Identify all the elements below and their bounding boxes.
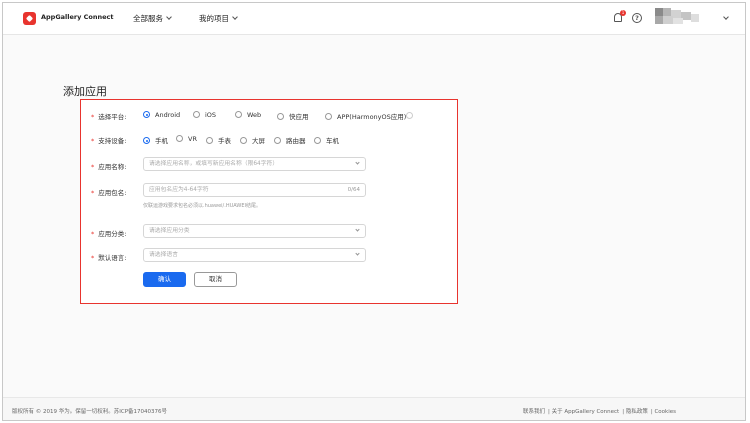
category-placeholder: 请选择应用分类 <box>149 228 190 234</box>
package-name-input[interactable]: 应用包名应为4-64字符 0/64 <box>143 183 366 197</box>
notification-badge: 1 <box>620 10 626 16</box>
radio-icon <box>314 137 321 144</box>
package-name-label: * 应用包名: <box>91 189 127 197</box>
nav-all-services-label: 全部服务 <box>133 14 163 23</box>
nav-all-services[interactable]: 全部服务 <box>133 13 172 24</box>
chevron-down-icon <box>355 251 360 256</box>
radio-selected-icon <box>143 137 150 144</box>
radio-icon <box>274 137 281 144</box>
language-select[interactable]: 请选择语言 <box>143 248 366 262</box>
huawei-logo-icon[interactable] <box>23 12 36 25</box>
browser-frame: AppGallery Connect 全部服务 我的项目 1 ? 添加应用 * 选… <box>2 2 746 421</box>
chevron-down-icon <box>166 14 172 20</box>
device-option-router[interactable]: 路由器 <box>274 135 306 145</box>
device-option-vr[interactable]: VR <box>176 135 197 143</box>
language-label: * 默认语言: <box>91 254 127 262</box>
package-name-placeholder: 应用包名应为4-64字符 <box>149 187 209 193</box>
device-label: * 支持设备: <box>91 137 127 145</box>
device-option-car[interactable]: 车机 <box>314 135 339 145</box>
help-icon[interactable]: ? <box>632 13 642 23</box>
platform-option-web[interactable]: Web <box>235 111 261 119</box>
radio-selected-icon <box>143 111 150 118</box>
chevron-down-icon[interactable] <box>723 14 729 20</box>
platform-label: * 选择平台: <box>91 113 127 121</box>
chevron-down-icon <box>355 227 360 232</box>
app-name-select[interactable]: 请选择应用名称，或填写新应用名称（限64字符） <box>143 157 366 171</box>
footer-link-about[interactable]: 关于 AppGallery Connect <box>552 409 620 415</box>
platform-option-harmonyos[interactable]: APP(HarmonyOS应用) <box>325 111 406 121</box>
radio-icon <box>240 137 247 144</box>
avatar[interactable] <box>655 8 699 28</box>
device-option-tv[interactable]: 大屏 <box>240 135 265 145</box>
footer-copyright: 版权所有 © 2019 华为。保留一切权利。苏ICP备17040376号 <box>12 409 168 415</box>
app-name-label: * 应用名称: <box>91 163 127 171</box>
radio-icon <box>277 113 284 120</box>
footer-link-cookies[interactable]: Cookies <box>654 409 676 415</box>
chevron-down-icon <box>232 14 238 20</box>
info-icon[interactable] <box>406 112 413 119</box>
radio-icon <box>193 111 200 118</box>
footer-link-contact[interactable]: 联系我们 <box>523 409 545 415</box>
package-name-hint: 仅联运游戏要求包名必须以.huawei/.HUAWEI结尾。 <box>143 203 261 209</box>
page-title: 添加应用 <box>63 85 107 98</box>
char-counter: 0/64 <box>347 187 360 193</box>
page-footer: 版权所有 © 2019 华为。保留一切权利。苏ICP备17040376号 联系我… <box>3 397 745 420</box>
cancel-button[interactable]: 取消 <box>194 272 237 287</box>
app-name-placeholder: 请选择应用名称，或填写新应用名称（限64字符） <box>149 161 279 167</box>
device-option-watch[interactable]: 手表 <box>206 135 231 145</box>
footer-links: 联系我们 | 关于 AppGallery Connect | 隐私政策 | Cooki… <box>523 409 676 415</box>
radio-icon <box>235 111 242 118</box>
chevron-down-icon <box>355 160 360 165</box>
add-app-form: * 选择平台: Android iOS Web 快应用 APP(HarmonyOS… <box>80 99 458 304</box>
footer-link-privacy[interactable]: 隐私政策 <box>626 409 648 415</box>
nav-my-projects[interactable]: 我的项目 <box>199 13 238 24</box>
language-placeholder: 请选择语言 <box>149 252 178 258</box>
nav-my-projects-label: 我的项目 <box>199 14 229 23</box>
device-option-phone[interactable]: 手机 <box>143 135 168 145</box>
brand-name[interactable]: AppGallery Connect <box>41 13 114 21</box>
confirm-button[interactable]: 确认 <box>143 272 186 287</box>
top-header: AppGallery Connect 全部服务 我的项目 1 ? <box>3 3 745 35</box>
platform-option-ios[interactable]: iOS <box>193 111 216 119</box>
category-label: * 应用分类: <box>91 230 127 238</box>
radio-icon <box>325 113 332 120</box>
radio-icon <box>176 135 183 142</box>
platform-option-quick-app[interactable]: 快应用 <box>277 111 309 121</box>
platform-option-android[interactable]: Android <box>143 111 180 119</box>
category-select[interactable]: 请选择应用分类 <box>143 224 366 238</box>
radio-icon <box>206 137 213 144</box>
